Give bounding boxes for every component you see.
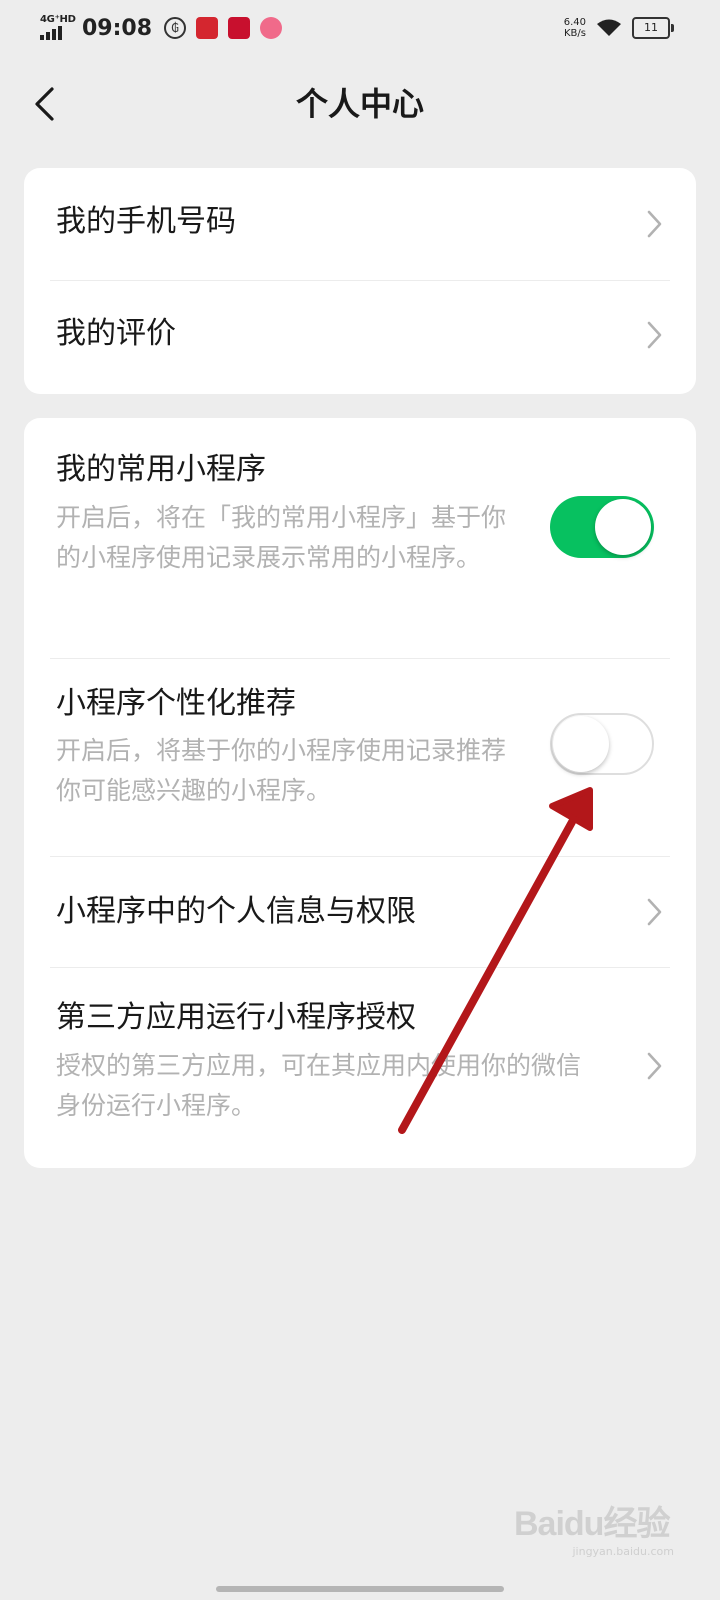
row-personalized-recommend: 小程序个性化推荐 开启后，将基于你的小程序使用记录推荐你可能感兴趣的小程序。 xyxy=(24,659,696,856)
row-label: 我的手机号码 xyxy=(56,204,236,239)
row-description: 授权的第三方应用，可在其应用内使用你的微信身份运行小程序。 xyxy=(56,1051,582,1120)
chevron-right-icon xyxy=(647,898,662,926)
battery-level: 11 xyxy=(644,21,658,34)
status-left: 4G⁺HD 09:08 ₲ xyxy=(40,12,292,44)
row-frequent-mini-programs: 我的常用小程序 开启后，将在「我的常用小程序」基于你的小程序使用记录展示常用的小… xyxy=(24,418,696,658)
account-card: 我的手机号码 我的评价 xyxy=(24,168,696,394)
row-description: 开启后，将基于你的小程序使用记录推荐你可能感兴趣的小程序。 xyxy=(56,736,507,805)
chevron-right-icon xyxy=(647,210,662,238)
baidu-watermark-logo: Baidu经验 jingyan.baidu.com xyxy=(514,1490,674,1560)
row-title: 第三方应用运行小程序授权 xyxy=(56,1000,416,1035)
row-description: 开启后，将在「我的常用小程序」基于你的小程序使用记录展示常用的小程序。 xyxy=(56,503,507,572)
chevron-right-icon xyxy=(647,1052,662,1080)
row-label: 我的评价 xyxy=(56,316,176,351)
toggle-knob xyxy=(553,716,609,772)
status-right: 6.40 KB/s 11 xyxy=(563,14,674,42)
mini-program-settings-card: 我的常用小程序 开启后，将在「我的常用小程序」基于你的小程序使用记录展示常用的小… xyxy=(24,418,696,1168)
frequent-mini-programs-toggle[interactable] xyxy=(550,496,654,558)
app-notification-icon-3 xyxy=(260,17,283,39)
network-type: 4G⁺HD xyxy=(40,14,76,25)
personalized-recommend-toggle[interactable] xyxy=(550,713,654,775)
wifi-icon xyxy=(597,19,621,36)
hd-call-icon: ₲ xyxy=(164,17,187,39)
cellular-signal-icon: 4G⁺HD xyxy=(40,14,76,42)
toggle-knob xyxy=(595,499,651,555)
watermark-url: jingyan.baidu.com xyxy=(572,1545,674,1558)
row-title: 小程序个性化推荐 xyxy=(56,686,296,721)
nav-bar: 个人中心 xyxy=(0,64,720,144)
page-title: 个人中心 xyxy=(295,85,424,123)
status-bar: 4G⁺HD 09:08 ₲ 6.40 KB/s 11 xyxy=(0,0,720,56)
network-speed: 6.40 KB/s xyxy=(563,17,586,39)
battery-icon: 11 xyxy=(632,17,674,39)
row-my-reviews[interactable]: 我的评价 xyxy=(24,281,696,394)
chevron-right-icon xyxy=(647,321,662,349)
row-third-party-authorization[interactable]: 第三方应用运行小程序授权 授权的第三方应用，可在其应用内使用你的微信身份运行小程… xyxy=(24,968,696,1168)
home-indicator[interactable] xyxy=(216,1586,504,1592)
row-personal-info-permissions[interactable]: 小程序中的个人信息与权限 xyxy=(24,857,696,967)
row-title: 小程序中的个人信息与权限 xyxy=(56,894,416,929)
app-notification-icon xyxy=(196,17,219,39)
row-title: 我的常用小程序 xyxy=(56,452,266,487)
status-time: 09:08 xyxy=(82,15,153,41)
row-my-phone-number[interactable]: 我的手机号码 xyxy=(24,168,696,280)
watermark-brand: Baidu经验 xyxy=(514,1505,670,1543)
app-notification-icon-2 xyxy=(228,17,251,39)
